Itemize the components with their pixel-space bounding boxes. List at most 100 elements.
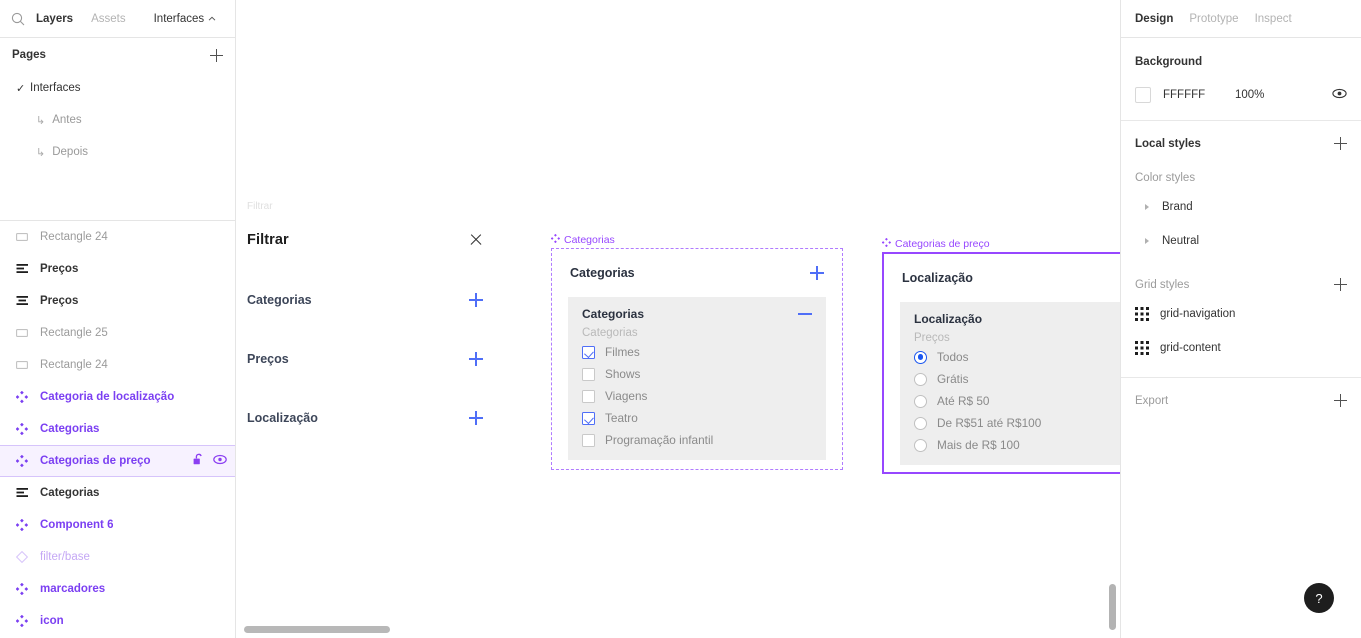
categorias-subcard: Categorias Categorias Filmes Shows Viage… [568, 297, 826, 460]
checkbox-checked-icon[interactable] [582, 411, 595, 425]
tab-layers[interactable]: Layers [36, 13, 73, 25]
component-label-categorias[interactable]: Categorias [550, 233, 615, 246]
layer-row[interactable]: Categorias [0, 413, 235, 445]
radio-row-gratis[interactable]: Grátis [900, 368, 1120, 390]
grid-style-navigation[interactable]: grid-navigation [1135, 297, 1347, 331]
grid-style-label: grid-navigation [1160, 308, 1236, 320]
page-item-interfaces[interactable]: ✓ Interfaces [0, 72, 235, 104]
interfaces-dropdown[interactable]: Interfaces [154, 13, 217, 25]
radio-row-mais-de-100[interactable]: Mais de R$ 100 [900, 434, 1120, 456]
checkbox-row-viagens[interactable]: Viagens [568, 385, 826, 407]
radio-icon[interactable] [914, 416, 927, 430]
triangle-right-icon[interactable] [1145, 238, 1149, 244]
component-label-categorias-de-preco[interactable]: Categorias de preço [881, 237, 990, 250]
add-grid-style-plus-icon[interactable] [1334, 278, 1347, 291]
layer-row[interactable]: Rectangle 24 [0, 349, 235, 381]
filter-item-label: Localização [247, 411, 318, 425]
filtrar-panel: Filtrar Categorias Preços Localização [247, 228, 483, 429]
frame-label-filtrar[interactable]: Filtrar [247, 201, 273, 212]
color-style-label: Neutral [1162, 235, 1200, 247]
unlock-icon[interactable] [193, 453, 204, 469]
tab-assets[interactable]: Assets [91, 13, 126, 25]
layer-row[interactable]: Rectangle 24 [0, 221, 235, 253]
checkbox-checked-icon[interactable] [582, 345, 595, 359]
component-icon [16, 391, 32, 403]
layer-row[interactable]: marcadores [0, 573, 235, 605]
tab-inspect[interactable]: Inspect [1255, 13, 1292, 25]
checkbox-row-programacao-infantil[interactable]: Programação infantil [568, 429, 826, 451]
layer-row[interactable]: Categoria de localização [0, 381, 235, 413]
page-item-depois[interactable]: ↳ Depois [0, 136, 235, 168]
help-button[interactable]: ? [1304, 583, 1334, 613]
radio-label: Até R$ 50 [937, 394, 990, 408]
checkbox-icon[interactable] [582, 433, 595, 447]
plus-icon[interactable] [469, 411, 483, 425]
background-opacity-value[interactable]: 100% [1235, 89, 1264, 101]
radio-icon[interactable] [914, 372, 927, 386]
checkbox-icon[interactable] [582, 367, 595, 381]
radio-label: Todos [937, 350, 969, 364]
color-style-brand[interactable]: Brand [1135, 190, 1347, 224]
background-hex-value[interactable]: FFFFFF [1163, 89, 1235, 101]
layer-row[interactable]: Component 6 [0, 509, 235, 541]
filter-item-localizacao[interactable]: Localização [247, 407, 483, 429]
precos-component-frame[interactable]: Localização Localização Preços Todos Grá… [882, 252, 1120, 474]
add-local-style-plus-icon[interactable] [1334, 137, 1347, 150]
grid-style-content[interactable]: grid-content [1135, 331, 1347, 365]
layer-row[interactable]: Preços [0, 253, 235, 285]
layer-row[interactable]: Rectangle 25 [0, 317, 235, 349]
design-canvas[interactable]: Filtrar Filtrar Categorias Preços Locali… [236, 0, 1120, 638]
add-export-plus-icon[interactable] [1334, 394, 1347, 407]
eye-icon[interactable] [213, 454, 227, 468]
filter-item-precos[interactable]: Preços [247, 348, 483, 370]
left-sidebar: Layers Assets Interfaces Pages ✓ Interfa… [0, 0, 236, 638]
layer-row[interactable]: icon [0, 605, 235, 637]
color-style-neutral[interactable]: Neutral [1135, 224, 1347, 258]
color-swatch[interactable] [1135, 87, 1151, 103]
layer-row[interactable]: filter/base [0, 541, 235, 573]
plus-icon[interactable] [469, 293, 483, 307]
checkbox-row-filmes[interactable]: Filmes [568, 341, 826, 363]
add-page-plus-icon[interactable] [210, 48, 223, 62]
eye-icon[interactable] [1332, 86, 1347, 104]
component-icon [16, 455, 32, 467]
checkbox-icon[interactable] [582, 389, 595, 403]
interfaces-dropdown-label: Interfaces [153, 12, 205, 25]
plus-icon[interactable] [469, 352, 483, 366]
checkbox-row-teatro[interactable]: Teatro [568, 407, 826, 429]
page-item-label: Interfaces [30, 82, 81, 94]
minus-icon[interactable] [798, 313, 812, 315]
layer-row[interactable]: Preços [0, 285, 235, 317]
radio-icon[interactable] [914, 438, 927, 452]
radio-icon[interactable] [914, 394, 927, 408]
grid-style-label: grid-content [1160, 342, 1221, 354]
plus-icon[interactable] [810, 266, 824, 280]
radio-selected-icon[interactable] [914, 350, 927, 364]
pages-header: Pages [0, 38, 235, 72]
categorias-component-frame[interactable]: Categorias Categorias Categorias Filmes … [551, 248, 843, 470]
tab-design[interactable]: Design [1135, 13, 1173, 25]
precos-subcard: Localização Preços Todos Grátis Até R$ 5… [900, 302, 1120, 465]
layer-label: icon [40, 615, 64, 627]
layer-label: Preços [40, 295, 79, 307]
layer-row[interactable]: Categorias [0, 477, 235, 509]
layer-label: marcadores [40, 583, 106, 595]
radio-row-51-100[interactable]: De R$51 até R$100 [900, 412, 1120, 434]
close-icon[interactable] [469, 233, 483, 247]
triangle-right-icon[interactable] [1145, 204, 1149, 210]
background-color-row[interactable]: FFFFFF 100% [1135, 80, 1347, 110]
text-align-icon [16, 263, 32, 275]
filter-item-categorias[interactable]: Categorias [247, 289, 483, 311]
layer-row-selected[interactable]: Categorias de preço [0, 445, 235, 477]
component-icon [550, 233, 561, 246]
tab-prototype[interactable]: Prototype [1189, 13, 1238, 25]
canvas-vertical-scrollbar[interactable] [1109, 584, 1116, 630]
page-item-antes[interactable]: ↳ Antes [0, 104, 235, 136]
checkbox-label: Filmes [605, 345, 640, 359]
search-icon[interactable] [10, 11, 26, 27]
layer-label: Categorias de preço [40, 455, 151, 467]
checkbox-row-shows[interactable]: Shows [568, 363, 826, 385]
canvas-horizontal-scrollbar[interactable] [244, 626, 390, 633]
radio-row-todos[interactable]: Todos [900, 346, 1120, 368]
radio-row-ate-50[interactable]: Até R$ 50 [900, 390, 1120, 412]
